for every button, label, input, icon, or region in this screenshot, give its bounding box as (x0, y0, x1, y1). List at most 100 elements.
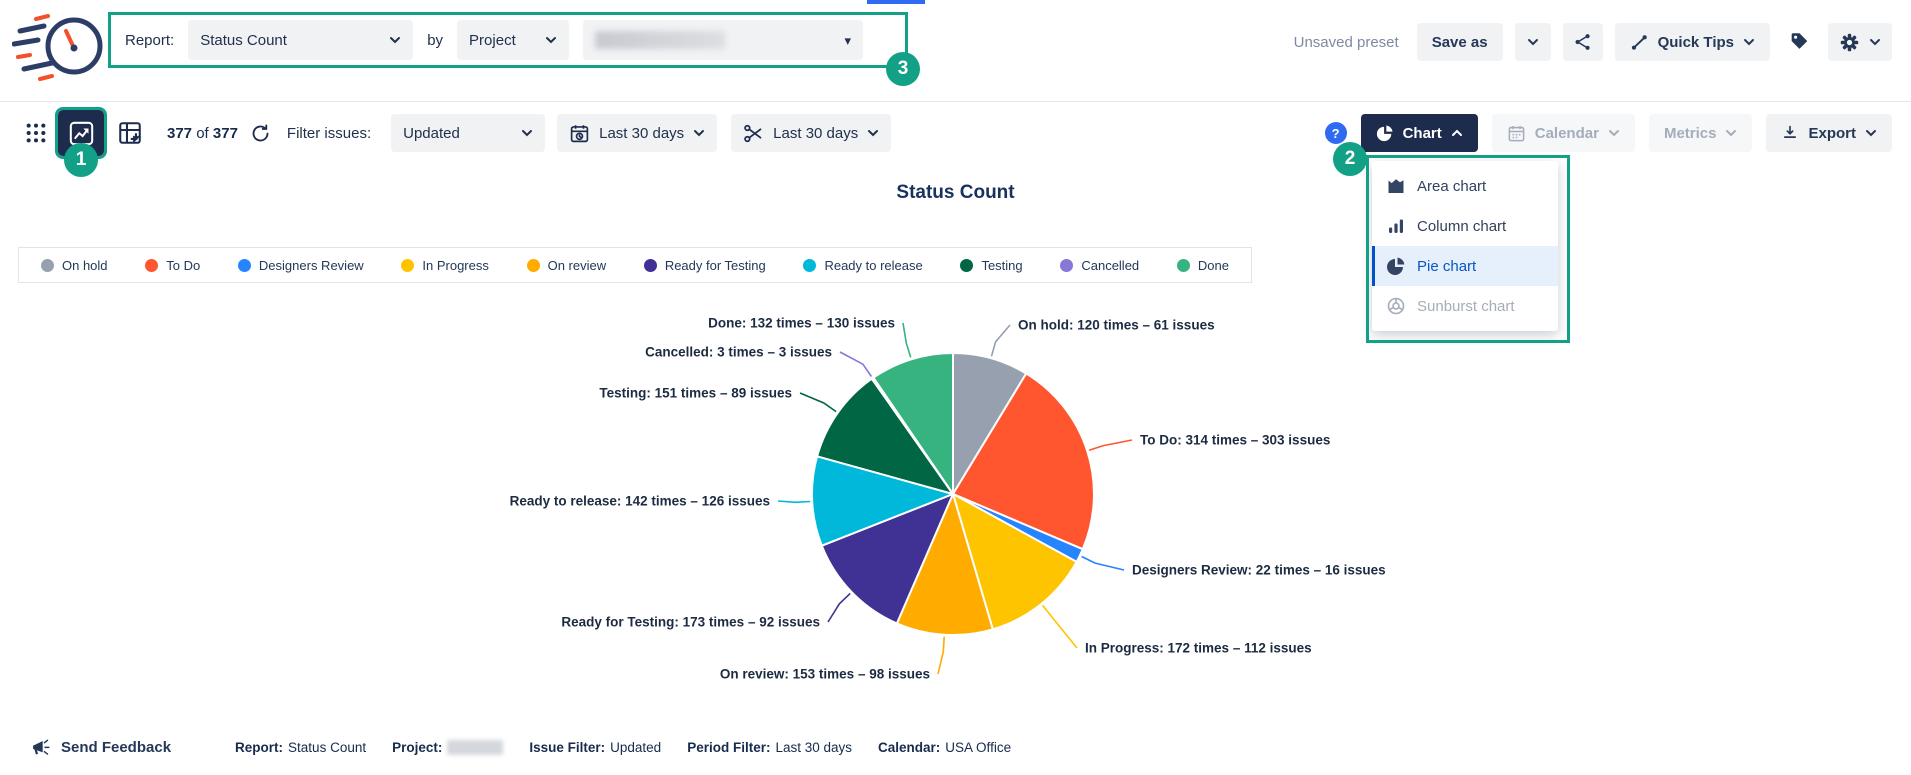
legend-item-in-progress[interactable]: In Progress (401, 258, 488, 273)
chevron-up-icon (1451, 129, 1463, 137)
footer-meta-item: Project: (392, 740, 503, 755)
dropdown-triangle-icon: ▾ (845, 34, 852, 47)
pie-label: On hold: 120 times – 61 issues (1018, 318, 1215, 333)
chart-button-label: Chart (1403, 125, 1442, 142)
footer-meta-label: Issue Filter: (529, 740, 605, 755)
pie-label-line (992, 325, 1011, 356)
report-type-select[interactable]: Status Count (188, 20, 413, 60)
menu-item-column-chart[interactable]: Column chart (1372, 206, 1558, 246)
legend-dot-icon (803, 259, 816, 272)
chart-title: Status Count (0, 182, 1911, 204)
legend-dot-icon (41, 259, 54, 272)
legend-item-on-review[interactable]: On review (527, 258, 607, 273)
annotation-badge-3: 3 (886, 52, 920, 86)
legend-dot-icon (401, 259, 414, 272)
toolbar-left: 377 of 377 Filter issues: Updated Last 3… (25, 102, 891, 164)
header-actions: Unsaved preset Save as Quick Tips (1294, 0, 1892, 84)
period-filter-select[interactable]: Last 30 days (557, 114, 717, 152)
pie-label: Testing: 151 times – 89 issues (599, 386, 792, 401)
chevron-down-icon (1608, 129, 1620, 137)
legend-label: On review (548, 258, 607, 273)
legend-item-designers-review[interactable]: Designers Review (238, 258, 364, 273)
save-as-button[interactable]: Save as (1417, 23, 1503, 61)
save-options-button[interactable] (1515, 23, 1551, 61)
chevron-down-icon (867, 129, 879, 137)
footer-meta-label: Calendar: (878, 740, 940, 755)
metrics-button: Metrics (1649, 114, 1753, 152)
chevron-down-icon (521, 129, 533, 137)
pie-chart-icon (1386, 256, 1406, 276)
send-feedback-label: Send Feedback (61, 739, 171, 756)
pivot-view-button[interactable] (117, 120, 143, 146)
footer-meta-label: Project: (392, 740, 442, 755)
legend-item-done[interactable]: Done (1177, 258, 1229, 273)
footer-meta-label: Report: (235, 740, 283, 755)
menu-item-label: Pie chart (1417, 258, 1476, 275)
menu-item-pie-chart[interactable]: Pie chart (1372, 246, 1558, 286)
quick-tips-button[interactable]: Quick Tips (1615, 23, 1770, 61)
legend-item-ready-to-release[interactable]: Ready to release (803, 258, 922, 273)
count-current: 377 (167, 125, 192, 142)
footer-meta-label: Period Filter: (687, 740, 770, 755)
chart-button[interactable]: Chart (1361, 114, 1478, 152)
refresh-button[interactable] (250, 123, 271, 144)
legend-label: Cancelled (1081, 258, 1139, 273)
gear-icon (1839, 32, 1860, 53)
area-chart-icon (1386, 176, 1406, 196)
menu-item-sunburst-chart: Sunburst chart (1372, 286, 1558, 326)
top-blue-notch (867, 0, 925, 4)
group-by-select[interactable]: Project (457, 20, 569, 60)
footer-meta-value: Last 30 days (775, 740, 852, 755)
metrics-button-label: Metrics (1664, 125, 1717, 142)
send-feedback-button[interactable]: Send Feedback (30, 737, 171, 758)
app-page: Report: Status Count by Project ▾ 3 Unsa… (0, 0, 1911, 775)
by-label: by (427, 32, 443, 49)
labels-button[interactable] (1782, 23, 1816, 61)
refresh-icon (250, 123, 271, 144)
legend-label: To Do (166, 258, 200, 273)
pie-label-line (1082, 557, 1124, 571)
legend-item-cancelled[interactable]: Cancelled (1060, 258, 1139, 273)
legend-label: Designers Review (259, 258, 364, 273)
footer-meta: Report:Status Count Project: Issue Filter:… (235, 740, 1011, 755)
tag-icon (1788, 31, 1810, 53)
export-button[interactable]: Export (1766, 114, 1892, 152)
legend-label: Done (1198, 258, 1229, 273)
toolbar-right: ? Chart Calendar Metrics Export (1325, 102, 1892, 164)
pie-label: Ready for Testing: 173 times – 92 issues (561, 615, 820, 630)
menu-item-area-chart[interactable]: Area chart (1372, 166, 1558, 206)
column-chart-icon (1386, 216, 1406, 236)
chart-legend: On hold To Do Designers Review In Progress O… (18, 247, 1252, 283)
footer-meta-item: Report:Status Count (235, 740, 366, 755)
export-button-label: Export (1808, 125, 1856, 142)
route-icon (1630, 33, 1649, 52)
legend-dot-icon (644, 259, 657, 272)
pie-label-line (828, 593, 850, 622)
footer-meta-value: Updated (610, 740, 661, 755)
pie-label: On review: 153 times – 98 issues (720, 667, 930, 682)
annotation-box-report-selector: Report: Status Count by Project ▾ (108, 12, 908, 68)
footer-meta-item: Period Filter: Last 30 days (687, 740, 852, 755)
chevron-down-icon (1743, 38, 1755, 46)
footer-meta-item: Calendar:USA Office (878, 740, 1011, 755)
footer-meta-item: Issue Filter: Updated (529, 740, 661, 755)
pie-label-line (938, 637, 944, 674)
project-select[interactable]: ▾ (583, 20, 863, 60)
calendar-button-label: Calendar (1535, 125, 1599, 142)
legend-item-to-do[interactable]: To Do (145, 258, 200, 273)
legend-item-ready-for-testing[interactable]: Ready for Testing (644, 258, 766, 273)
share-button[interactable] (1563, 23, 1603, 61)
issue-filter-select[interactable]: Updated (391, 114, 545, 152)
grid-view-button[interactable] (25, 122, 47, 144)
chevron-down-icon (1869, 38, 1881, 46)
legend-item-testing[interactable]: Testing (960, 258, 1022, 273)
share-icon (1573, 32, 1593, 52)
legend-item-on-hold[interactable]: On hold (41, 258, 108, 273)
group-by-value: Project (469, 32, 516, 49)
help-button[interactable]: ? (1325, 122, 1347, 144)
calendar-filter-select[interactable]: Last 30 days (731, 114, 891, 152)
settings-button[interactable] (1828, 23, 1892, 61)
pie-label-line (1043, 605, 1077, 648)
legend-dot-icon (1177, 259, 1190, 272)
calendar-button: Calendar (1492, 114, 1635, 152)
